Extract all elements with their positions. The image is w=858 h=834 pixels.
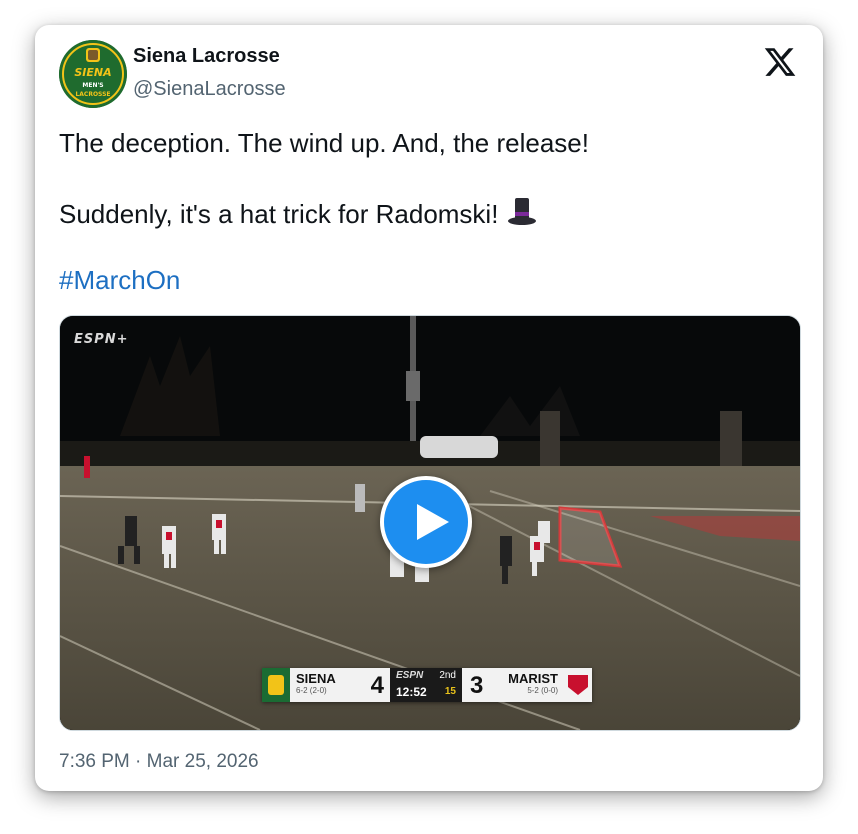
avatar-text-mid: MEN'S xyxy=(82,82,103,89)
hashtag-link[interactable]: #MarchOn xyxy=(59,263,799,297)
video-player[interactable]: ESPN+ SIENA 6-2 (2-0) 4 ESPN 2nd 12:52 1… xyxy=(59,315,801,731)
tweet-line-2-text: Suddenly, it's a hat trick for Radomski! xyxy=(59,199,499,229)
espn-plus-logo: ESPN+ xyxy=(74,332,129,347)
game-clock: 12:52 xyxy=(396,685,427,699)
marist-team-logo-icon xyxy=(564,668,592,702)
home-team-score: 4 xyxy=(370,672,384,699)
play-button[interactable] xyxy=(380,476,472,568)
tweet-timestamp[interactable]: 7:36 PM · Mar 25, 2026 xyxy=(59,751,259,773)
tweet-card: SIENA MEN'S LACROSSE Siena Lacrosse @Sie… xyxy=(35,25,823,791)
avatar-text-top: SIENA xyxy=(74,66,111,79)
away-team-name: MARIST xyxy=(508,671,558,686)
shot-clock: 15 xyxy=(444,686,456,697)
display-name[interactable]: Siena Lacrosse xyxy=(133,45,280,68)
avatar[interactable]: SIENA MEN'S LACROSSE xyxy=(59,40,127,108)
tweet-text: The deception. The wind up. And, the rel… xyxy=(59,126,799,297)
scorebug-network: ESPN xyxy=(396,670,424,681)
away-team-score: 3 xyxy=(470,672,484,699)
tweet-line-2: Suddenly, it's a hat trick for Radomski! xyxy=(59,195,799,231)
away-team-record: 5-2 (0-0) xyxy=(527,686,558,695)
top-hat-icon xyxy=(508,198,537,225)
play-icon xyxy=(417,504,449,540)
siena-logo-icon: SIENA MEN'S LACROSSE xyxy=(59,40,127,108)
siena-team-logo-icon xyxy=(262,668,290,702)
home-team-record: 6-2 (2-0) xyxy=(296,686,327,695)
home-team-name: SIENA xyxy=(296,671,336,686)
avatar-text-bottom: LACROSSE xyxy=(75,91,110,98)
x-logo-icon[interactable] xyxy=(763,45,797,79)
away-team: 3 MARIST 5-2 (0-0) xyxy=(462,668,564,702)
tweet-line-1: The deception. The wind up. And, the rel… xyxy=(59,128,589,158)
scorebug: SIENA 6-2 (2-0) 4 ESPN 2nd 12:52 15 3 MA… xyxy=(262,668,592,702)
period: 2nd xyxy=(439,670,456,681)
game-clock-panel: ESPN 2nd 12:52 15 xyxy=(390,668,462,702)
handle[interactable]: @SienaLacrosse xyxy=(133,78,286,101)
home-team: SIENA 6-2 (2-0) 4 xyxy=(290,668,390,702)
